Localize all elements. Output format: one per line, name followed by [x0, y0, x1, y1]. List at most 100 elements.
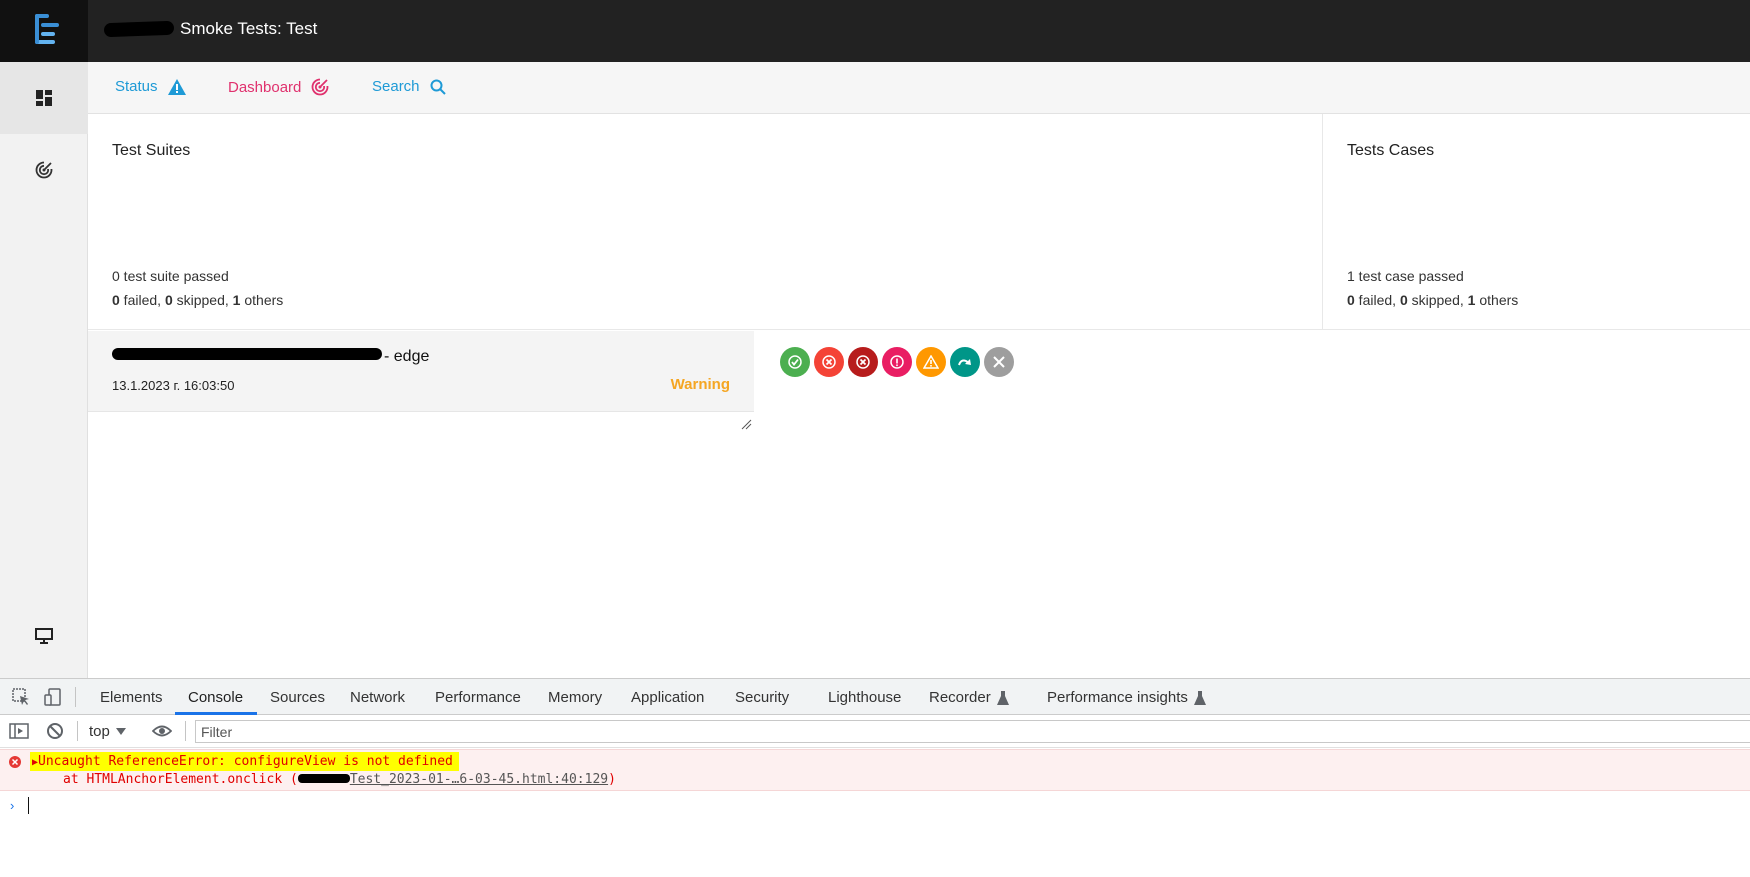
test-run-date: 13.1.2023 г. 16:03:50 — [112, 378, 235, 393]
tab-label: Lighthouse — [828, 689, 902, 706]
tab-search-label: Search — [372, 78, 420, 95]
devtools-tab-security[interactable]: Security — [735, 689, 789, 706]
inspect-element-icon[interactable] — [11, 687, 31, 707]
sidebar-item-dashboard[interactable] — [0, 62, 88, 134]
tab-label: Performance insights — [1047, 689, 1188, 706]
close-icon — [993, 356, 1005, 368]
tab-search[interactable]: Search — [372, 78, 446, 95]
eye-icon[interactable] — [152, 721, 172, 741]
sidebar-item-monitor[interactable] — [0, 606, 88, 666]
error-text: Uncaught ReferenceError: configureView i… — [38, 754, 453, 769]
x-icon — [822, 355, 836, 369]
filter-skipped-button[interactable] — [950, 347, 980, 377]
suites-summary: 0 failed, 0 skipped, 1 others — [112, 292, 283, 308]
devtools-tab-elements[interactable]: Elements — [100, 689, 163, 706]
filter-error-button[interactable] — [848, 347, 878, 377]
context-selector[interactable]: top — [89, 723, 126, 740]
devtools-tab-performance[interactable]: Performance — [435, 689, 521, 706]
divider — [75, 687, 76, 707]
dashboard-grid-icon — [36, 90, 52, 106]
divider — [185, 721, 186, 741]
sidebar-item-target[interactable] — [0, 134, 88, 206]
test-run-name: - edge — [112, 348, 429, 366]
warning-triangle-icon — [923, 355, 939, 369]
cases-summary: 0 failed, 0 skipped, 1 others — [1347, 292, 1518, 308]
title-text: Smoke Tests: Test — [180, 19, 318, 38]
resize-handle-icon[interactable] — [740, 418, 752, 430]
page-title: Smoke Tests: Test — [103, 19, 318, 39]
devtools-tab-performance-insights[interactable]: Performance insights — [1047, 689, 1206, 706]
main-tabs: Status Dashboard Search — [88, 62, 1750, 114]
failed-label: failed, — [1354, 292, 1400, 308]
logo-box[interactable] — [0, 0, 88, 62]
status-filter-group — [780, 347, 1014, 377]
devtools-tabbar: Elements Console Sources Network Perform… — [0, 679, 1750, 715]
tab-dashboard[interactable]: Dashboard — [228, 78, 330, 96]
filter-warning-button[interactable] — [916, 347, 946, 377]
error-circle-icon — [9, 756, 21, 768]
console-filter-input[interactable] — [195, 720, 1750, 743]
suites-failed-count: 0 — [112, 292, 120, 308]
devtools-tab-application[interactable]: Application — [631, 689, 704, 706]
devtools-tab-memory[interactable]: Memory — [548, 689, 602, 706]
test-cases-panel: Tests Cases 1 test case passed 0 failed,… — [1323, 114, 1750, 330]
cases-skipped-count: 0 — [1399, 292, 1408, 308]
tab-label: Elements — [100, 689, 163, 706]
source-link-text: Test_2023-01-…6-03-45.html:40:129 — [349, 772, 609, 787]
stack-suffix: ) — [608, 772, 616, 787]
sidebar — [0, 62, 88, 678]
tab-status[interactable]: Status — [115, 78, 186, 95]
error-expand-toggle[interactable]: ▶Uncaught ReferenceError: configureView … — [30, 752, 459, 771]
tab-label: Console — [188, 689, 244, 706]
test-run-list-footer — [88, 412, 754, 430]
others-label: others — [1475, 292, 1519, 308]
redaction-mark — [297, 774, 350, 783]
sidebar-toggle-icon[interactable] — [9, 721, 29, 741]
others-label: others — [240, 292, 284, 308]
exclamation-icon — [890, 355, 904, 369]
skip-arrow-icon — [958, 359, 971, 366]
flask-icon — [1193, 690, 1206, 705]
test-run-item[interactable]: - edge 13.1.2023 г. 16:03:50 Warning — [88, 331, 754, 412]
tab-label: Memory — [548, 689, 603, 706]
devtools-panel: Elements Console Sources Network Perform… — [0, 678, 1750, 877]
divider — [77, 721, 78, 741]
console-input-caret[interactable] — [28, 797, 29, 814]
skipped-label: skipped, — [1407, 292, 1468, 308]
suites-passed-text: 0 test suite passed — [112, 268, 229, 284]
tab-label: Recorder — [929, 689, 991, 706]
filter-failed-button[interactable] — [814, 347, 844, 377]
filter-fatal-button[interactable] — [882, 347, 912, 377]
cases-failed-count: 0 — [1347, 292, 1355, 308]
tab-label: Performance — [435, 689, 521, 706]
devtools-tab-console[interactable]: Console — [188, 689, 243, 706]
tab-label: Sources — [270, 689, 326, 706]
devtools-tab-lighthouse[interactable]: Lighthouse — [828, 689, 901, 706]
devtools-tab-sources[interactable]: Sources — [270, 689, 325, 706]
filter-passed-button[interactable] — [780, 347, 810, 377]
flask-icon — [996, 690, 1009, 705]
tab-status-label: Status — [115, 78, 158, 95]
clear-console-icon[interactable] — [45, 721, 65, 741]
tab-dashboard-label: Dashboard — [228, 78, 302, 96]
error-stack-line: at HTMLAnchorElement.onclick (Test_2023-… — [63, 772, 616, 787]
tab-label: Security — [735, 689, 790, 706]
app-header: Smoke Tests: Test — [0, 0, 1750, 62]
warning-triangle-icon — [167, 78, 186, 95]
check-icon — [788, 355, 802, 369]
tab-label: Network — [350, 689, 406, 706]
app-logo — [35, 14, 59, 44]
filter-clear-button[interactable] — [984, 347, 1014, 377]
target-icon — [35, 161, 53, 179]
target-icon — [311, 78, 330, 96]
run-name-suffix: - edge — [384, 348, 430, 365]
source-link[interactable]: Test_2023-01-…6-03-45.html:40:129 — [297, 772, 609, 787]
device-toolbar-icon[interactable] — [43, 687, 63, 707]
redaction-mark — [112, 348, 382, 360]
devtools-tab-recorder[interactable]: Recorder — [929, 689, 1009, 706]
test-suites-panel: Test Suites 0 test suite passed 0 failed… — [88, 114, 1323, 330]
devtools-tab-network[interactable]: Network — [350, 689, 405, 706]
context-label: top — [89, 723, 110, 740]
panel-title: Tests Cases — [1347, 142, 1435, 159]
panel-title: Test Suites — [112, 142, 191, 159]
